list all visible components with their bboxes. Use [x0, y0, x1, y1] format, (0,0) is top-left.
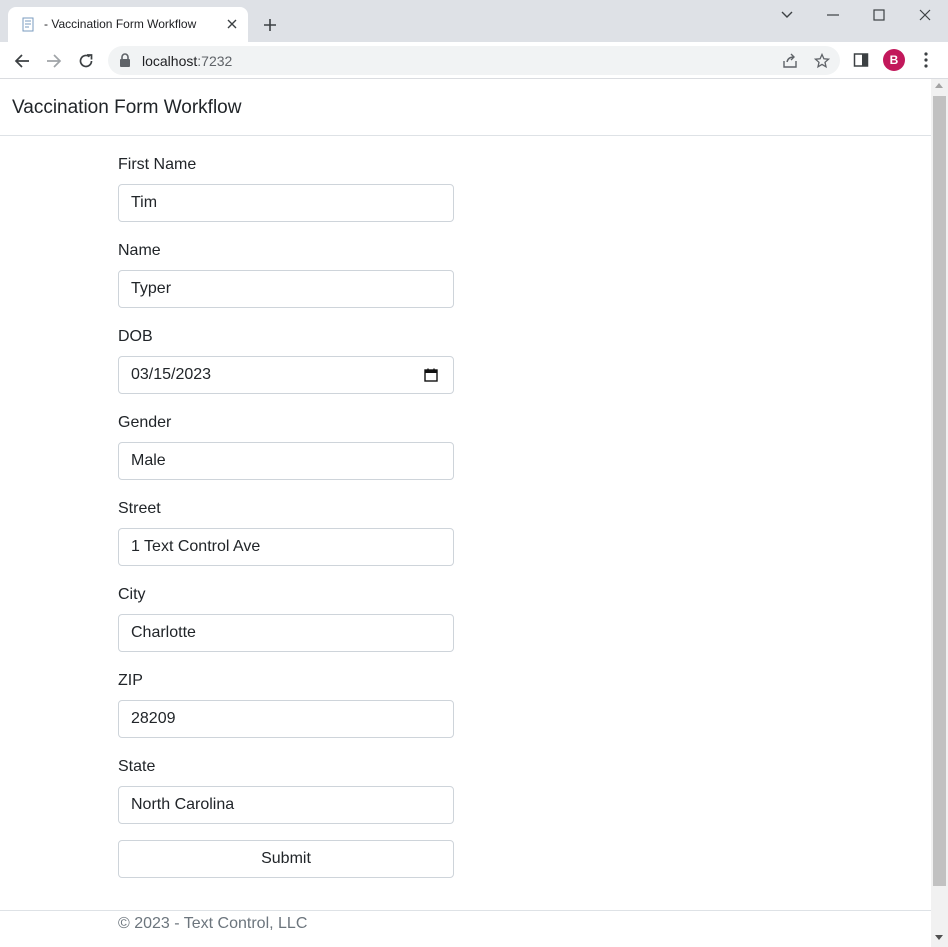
- page-content: Vaccination Form Workflow First Name Nam…: [0, 79, 931, 947]
- window-close-button[interactable]: [913, 4, 937, 26]
- avatar[interactable]: B: [883, 49, 905, 71]
- state-input[interactable]: [118, 786, 454, 824]
- calendar-icon[interactable]: [424, 368, 438, 382]
- minimize-icon: [827, 14, 839, 16]
- tab-search-button[interactable]: [775, 4, 799, 26]
- minimize-button[interactable]: [821, 4, 845, 26]
- new-tab-button[interactable]: [259, 14, 281, 36]
- street-label: Street: [118, 500, 161, 517]
- close-icon[interactable]: [224, 16, 240, 32]
- footer-copyright: © 2023 - Text Control, LLC: [118, 915, 308, 932]
- page-scrollbar[interactable]: [931, 79, 948, 947]
- street-input[interactable]: [118, 528, 454, 566]
- maximize-button[interactable]: [867, 4, 891, 26]
- maximize-icon: [873, 9, 885, 21]
- gender-label: Gender: [118, 414, 172, 431]
- url-text: localhost:7232: [142, 53, 232, 69]
- share-icon[interactable]: [780, 51, 800, 71]
- name-input[interactable]: [118, 270, 454, 308]
- site-header: Vaccination Form Workflow: [0, 79, 931, 136]
- scroll-down-arrow-icon[interactable]: [935, 935, 943, 940]
- gender-input[interactable]: [118, 442, 454, 480]
- lock-icon[interactable]: [119, 53, 131, 67]
- close-icon: [919, 9, 931, 21]
- first-name-label: First Name: [118, 156, 197, 173]
- city-input[interactable]: [118, 614, 454, 652]
- url-host: localhost: [142, 53, 198, 69]
- dob-input[interactable]: [118, 356, 454, 394]
- footer: © 2023 - Text Control, LLC: [0, 910, 931, 947]
- name-label: Name: [118, 242, 161, 259]
- side-panel-icon[interactable]: [851, 50, 871, 70]
- arrow-left-icon: [14, 54, 29, 68]
- forward-button[interactable]: [42, 49, 66, 73]
- url-port: :7232: [197, 53, 233, 69]
- back-button[interactable]: [10, 49, 34, 73]
- arrow-right-icon: [47, 54, 62, 68]
- chevron-down-icon: [781, 11, 793, 18]
- scroll-up-arrow-icon[interactable]: [935, 83, 943, 88]
- state-label: State: [118, 758, 156, 775]
- submit-button[interactable]: Submit: [118, 840, 454, 878]
- document-icon: [22, 17, 34, 32]
- reload-icon: [79, 54, 93, 68]
- tab-title: - Vaccination Form Workflow: [44, 17, 197, 31]
- star-icon[interactable]: [812, 51, 832, 71]
- address-bar[interactable]: localhost:7232: [108, 46, 840, 75]
- zip-input[interactable]: [118, 700, 454, 738]
- browser-tab[interactable]: - Vaccination Form Workflow: [8, 7, 248, 42]
- tab-strip: - Vaccination Form Workflow: [0, 0, 948, 42]
- menu-kebab-icon[interactable]: [916, 50, 936, 70]
- brand-link[interactable]: Vaccination Form Workflow: [12, 97, 241, 119]
- reload-button[interactable]: [74, 49, 98, 73]
- scrollbar-thumb[interactable]: [933, 96, 946, 886]
- dob-label: DOB: [118, 328, 153, 345]
- plus-icon: [264, 19, 276, 31]
- zip-label: ZIP: [118, 672, 143, 689]
- first-name-input[interactable]: [118, 184, 454, 222]
- browser-toolbar: localhost:7232 B: [0, 42, 948, 79]
- city-label: City: [118, 586, 146, 603]
